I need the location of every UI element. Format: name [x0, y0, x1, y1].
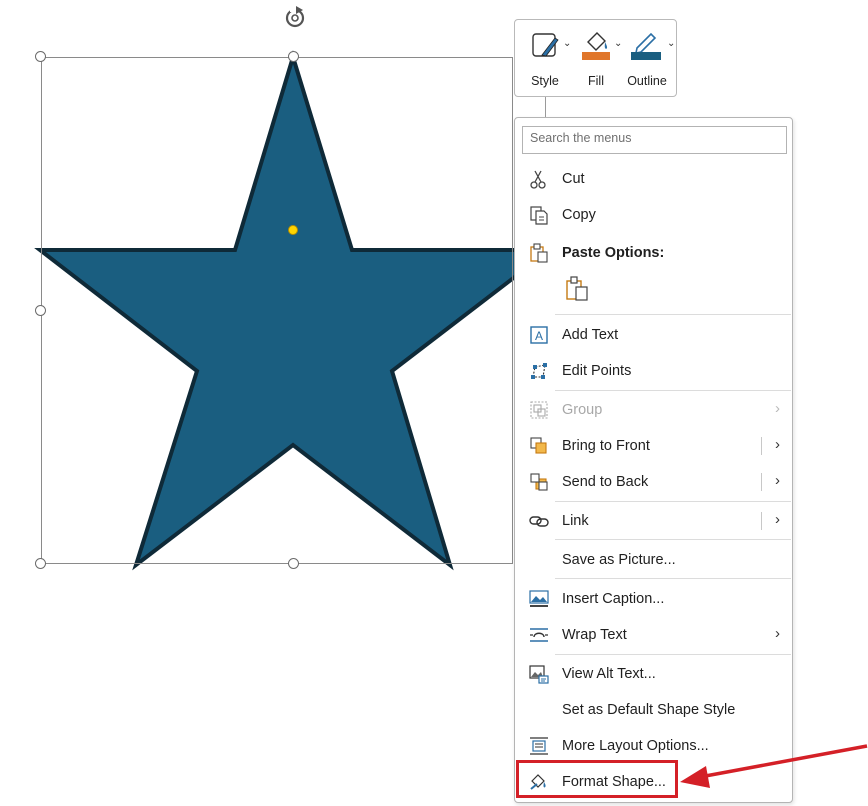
format-shape-highlight-box	[516, 760, 678, 798]
link-icon	[529, 516, 549, 527]
split-divider	[761, 437, 762, 455]
shape-style-icon	[532, 33, 559, 57]
menu-item-wrap-text[interactable]: Wrap Text ›	[515, 617, 792, 653]
wrap-text-label: Wrap Text	[562, 627, 627, 643]
paste-keep-source-icon[interactable]	[565, 276, 589, 302]
menu-item-link[interactable]: Link ›	[515, 503, 792, 539]
bring-to-front-icon	[530, 437, 547, 454]
set-default-shape-style-label: Set as Default Shape Style	[562, 702, 736, 718]
chevron-right-icon[interactable]: ›	[775, 472, 780, 489]
text-box-icon: A	[530, 326, 548, 344]
outline-button[interactable]: ⌄ Outline	[621, 26, 675, 90]
layout-options-icon	[530, 737, 548, 755]
chevron-right-icon[interactable]: ›	[775, 511, 780, 528]
menu-item-group[interactable]: Group ›	[515, 392, 792, 428]
menu-separator	[555, 501, 791, 502]
menu-separator	[555, 654, 791, 655]
edit-points-icon	[531, 363, 547, 379]
scissors-icon	[530, 170, 546, 189]
paint-bucket-icon	[582, 32, 610, 60]
search-menus-input[interactable]: Search the menus	[522, 126, 787, 154]
menu-item-edit-points[interactable]: Edit Points	[515, 353, 792, 389]
pen-outline-icon	[631, 32, 661, 60]
insert-caption-label: Insert Caption...	[562, 591, 665, 607]
resize-handle-top-left[interactable]	[35, 51, 46, 62]
split-divider	[761, 473, 762, 491]
style-label: Style	[531, 74, 559, 88]
shape-adjust-handle[interactable]	[288, 225, 298, 235]
toolbar-connector	[545, 97, 546, 117]
menu-item-set-default-shape-style[interactable]: Set as Default Shape Style	[515, 692, 792, 728]
menu-separator	[555, 314, 791, 315]
mini-toolbar: ⌄ Style ⌄ Fill ⌄ Outline	[514, 19, 677, 97]
menu-item-paste-options: Paste Options:	[515, 235, 792, 271]
chevron-right-icon: ›	[775, 400, 780, 417]
chevron-right-icon[interactable]: ›	[775, 436, 780, 453]
outline-label: Outline	[627, 74, 667, 88]
wrap-text-icon	[530, 628, 548, 642]
clipboard-icon	[530, 243, 548, 263]
menu-item-add-text[interactable]: A Add Text	[515, 317, 792, 353]
cut-label: Cut	[562, 171, 585, 187]
rotate-handle-icon[interactable]	[282, 4, 308, 30]
menu-separator	[555, 390, 791, 391]
red-arrow-icon	[680, 744, 868, 788]
resize-handle-top-center[interactable]	[288, 51, 299, 62]
alt-text-icon	[529, 665, 549, 684]
paste-options-label: Paste Options:	[562, 245, 665, 261]
copy-icon	[530, 206, 548, 225]
context-menu: Search the menus Cut Copy Paste Options:	[514, 117, 793, 803]
menu-separator	[555, 578, 791, 579]
resize-handle-bottom-center[interactable]	[288, 558, 299, 569]
fill-label: Fill	[588, 74, 604, 88]
copy-label: Copy	[562, 207, 596, 223]
send-to-back-icon	[530, 473, 548, 491]
menu-item-bring-to-front[interactable]: Bring to Front ›	[515, 428, 792, 464]
menu-item-insert-caption[interactable]: Insert Caption...	[515, 581, 792, 617]
menu-item-send-to-back[interactable]: Send to Back ›	[515, 464, 792, 500]
chevron-down-icon[interactable]: ⌄	[667, 38, 675, 49]
group-icon	[530, 401, 548, 419]
bring-to-front-label: Bring to Front	[562, 438, 650, 454]
link-label: Link	[562, 513, 589, 529]
split-divider	[761, 512, 762, 530]
save-as-picture-label: Save as Picture...	[562, 552, 676, 568]
menu-item-view-alt-text[interactable]: View Alt Text...	[515, 656, 792, 692]
svg-text:A: A	[535, 329, 543, 343]
menu-item-copy[interactable]: Copy	[515, 197, 792, 233]
group-label: Group	[562, 402, 603, 418]
view-alt-text-label: View Alt Text...	[562, 666, 656, 682]
chevron-right-icon: ›	[775, 625, 780, 642]
style-button[interactable]: ⌄ Style	[519, 26, 571, 90]
resize-handle-bottom-left[interactable]	[35, 558, 46, 569]
menu-item-cut[interactable]: Cut	[515, 161, 792, 197]
send-to-back-label: Send to Back	[562, 474, 649, 490]
resize-handle-middle-left[interactable]	[35, 305, 46, 316]
edit-points-label: Edit Points	[562, 363, 632, 379]
add-text-label: Add Text	[562, 327, 619, 343]
menu-item-save-as-picture[interactable]: Save as Picture...	[515, 542, 792, 578]
fill-button[interactable]: ⌄ Fill	[570, 26, 622, 90]
selection-frame	[41, 57, 513, 564]
menu-separator	[555, 539, 791, 540]
insert-caption-icon	[529, 590, 549, 607]
